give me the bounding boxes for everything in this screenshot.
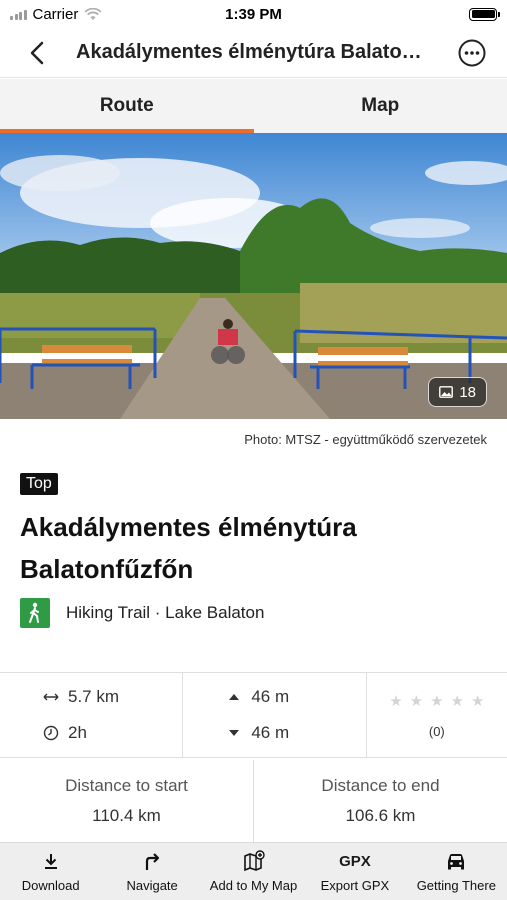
gpx-icon: GPX [339,852,371,870]
map-add-icon [243,850,265,872]
stat-duration: 2h [42,722,182,744]
tab-map[interactable]: Map [254,79,507,133]
stats-rating[interactable]: ★ ★ ★ ★ ★ (0) [367,673,507,757]
star-icon: ★ [389,692,403,710]
star-icon: ★ [409,692,424,710]
nav-bar: Akadálymentes élménytúra Balato… [0,28,507,78]
back-button[interactable] [0,28,70,78]
image-icon [439,386,454,398]
trail-category: Hiking Trail · Lake Balaton [66,603,265,622]
clock-icon [42,725,60,741]
distance-icon [42,692,60,702]
stats-distance-duration: 5.7 km 2h [0,673,184,757]
export-gpx-label: Export GPX [320,878,390,893]
stats-grid: 5.7 km 2h 46 m 46 m ★ ★ ★ ★ ★ (0) [0,672,507,758]
tab-route[interactable]: Route [0,79,254,133]
hero-photo[interactable]: 18 [0,133,507,419]
add-to-my-map-button[interactable]: Add to My Map [203,843,304,900]
descent-icon [225,729,243,737]
distance-to-end: Distance to end 106.6 km [254,760,507,842]
rating-stars: ★ ★ ★ ★ ★ [389,692,484,710]
star-icon: ★ [471,692,485,710]
carrier-label: Carrier [32,5,79,23]
ascent-value: 46 m [251,687,290,706]
distance-to-start: Distance to start 110.4 km [0,760,254,842]
more-button[interactable] [437,28,507,78]
car-icon [445,850,467,872]
status-left: Carrier [10,6,102,23]
category-row: Hiking Trail · Lake Balaton [20,598,264,628]
navigate-label: Navigate [126,878,178,893]
duration-value: 2h [68,723,87,742]
tab-bar: Route Map [0,79,507,133]
distance-value: 5.7 km [68,687,120,706]
distance-to-start-label: Distance to start [65,776,188,795]
battery-icon [469,7,500,21]
boardwalk-photo [0,133,507,419]
distances-row: Distance to start 110.4 km Distance to e… [0,760,507,842]
star-icon: ★ [450,692,464,710]
distance-to-start-value: 110.4 km [92,806,161,825]
status-bar: Carrier 1:39 PM [0,0,507,28]
rating-count: (0) [428,723,445,739]
stat-descent: 46 m [225,722,365,744]
export-gpx-button[interactable]: GPX Export GPX [304,843,405,900]
chevron-left-icon [30,41,44,64]
top-badge: Top [20,473,58,495]
photo-count: 18 [459,383,476,401]
nav-title: Akadálymentes élménytúra Balato… [76,41,422,63]
signal-icon [10,9,27,20]
wifi-icon [84,7,102,20]
getting-there-label: Getting There [416,878,496,893]
stats-elevation: 46 m 46 m [183,673,367,757]
distance-to-end-value: 106.6 km [345,806,416,825]
navigate-turn-icon [143,850,161,872]
descent-value: 46 m [251,723,290,742]
stat-ascent: 46 m [225,686,365,708]
download-label: Download [21,878,80,893]
navigate-button[interactable]: Navigate [101,843,202,900]
download-icon [43,850,59,872]
more-horizontal-icon [458,39,486,66]
star-icon: ★ [430,692,444,710]
download-button[interactable]: Download [0,843,101,900]
getting-there-button[interactable]: Getting There [406,843,507,900]
bottom-toolbar: Download Navigate Add to My Map GPX Expo… [0,842,507,900]
stat-distance: 5.7 km [42,686,182,708]
photo-count-badge[interactable]: 18 [428,377,487,407]
distance-to-end-label: Distance to end [321,776,440,795]
ascent-icon [225,693,243,701]
hiking-icon [20,598,50,628]
trail-title: Akadálymentes élménytúra Balatonfűzfőn [20,512,357,584]
photo-credit: Photo: MTSZ - együttműködő szervezetek [244,432,487,447]
add-to-my-map-label: Add to My Map [209,878,298,893]
